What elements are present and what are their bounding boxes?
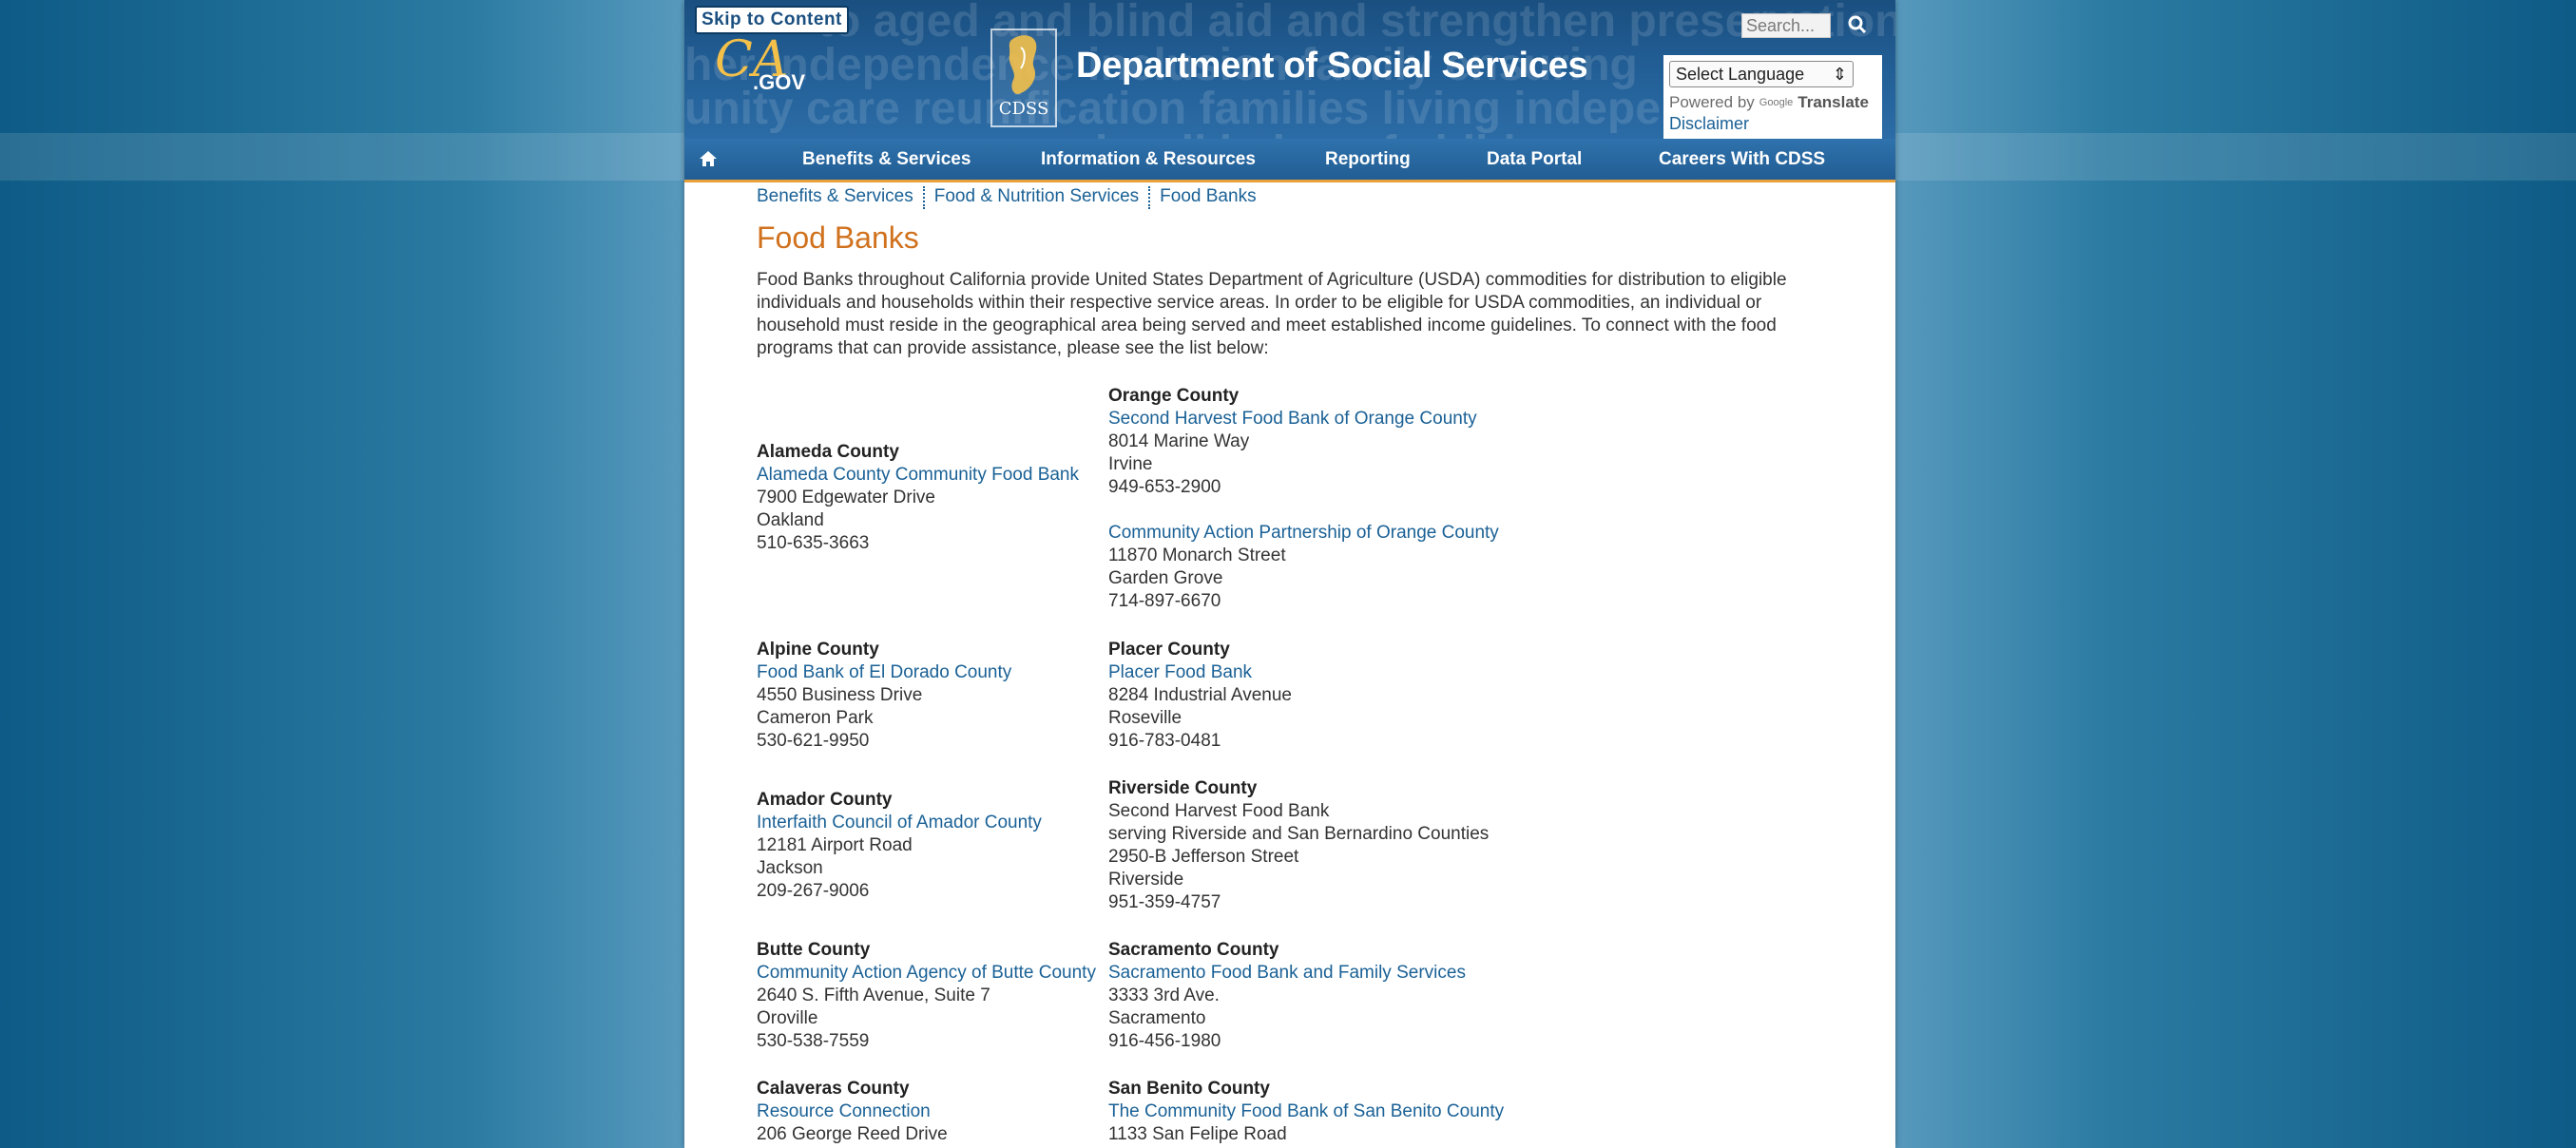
address-line: 2950-B Jefferson Street bbox=[1108, 847, 1299, 867]
breadcrumb: Benefits & Services Food & Nutrition Ser… bbox=[757, 186, 1850, 209]
city-line: Roseville bbox=[1108, 708, 1182, 728]
food-bank-link[interactable]: Community Action Agency of Butte County bbox=[757, 962, 1096, 985]
county-name: Butte County bbox=[757, 940, 871, 960]
city-line: Oakland bbox=[757, 510, 824, 530]
food-bank-link[interactable]: Food Bank of El Dorado County bbox=[757, 661, 1011, 684]
cdss-logo-text: CDSS bbox=[999, 99, 1049, 119]
food-bank-entry: Sacramento County Sacramento Food Bank a… bbox=[1108, 939, 1466, 1053]
nav-data-portal[interactable]: Data Portal bbox=[1487, 139, 1582, 180]
food-bank-entry: Alpine County Food Bank of El Dorado Cou… bbox=[757, 639, 1011, 753]
page-title: Food Banks bbox=[757, 220, 919, 255]
language-select[interactable]: Select Language ⇕ bbox=[1669, 61, 1854, 87]
phone-line: 209-267-9006 bbox=[757, 881, 870, 901]
powered-by-google: Powered by Google Translate bbox=[1669, 93, 1876, 112]
food-bank-entry: Butte County Community Action Agency of … bbox=[757, 939, 1096, 1053]
cdss-logo[interactable]: CDSS bbox=[990, 29, 1057, 127]
food-bank-entry: Orange County Second Harvest Food Bank o… bbox=[1108, 385, 1477, 499]
disclaimer-link[interactable]: Disclaimer bbox=[1669, 114, 1876, 134]
county-name: Orange County bbox=[1108, 386, 1240, 406]
search-input[interactable]: Search... bbox=[1741, 13, 1831, 38]
county-name: San Benito County bbox=[1108, 1079, 1270, 1099]
city-line: Sacramento bbox=[1108, 1008, 1206, 1028]
home-icon[interactable] bbox=[698, 148, 719, 169]
skip-to-content-link[interactable]: Skip to Content bbox=[695, 6, 849, 34]
address-line: 8284 Industrial Avenue bbox=[1108, 685, 1292, 705]
site-header: to aged and blind aid and strengthen pre… bbox=[684, 0, 1895, 139]
food-bank-entry: Alameda County Alameda County Community … bbox=[757, 441, 1079, 555]
breadcrumb-separator bbox=[922, 186, 925, 209]
phone-line: 916-783-0481 bbox=[1108, 731, 1221, 751]
address-line: 206 George Reed Drive bbox=[757, 1124, 948, 1144]
food-bank-entry: Riverside County Second Harvest Food Ban… bbox=[1108, 777, 1489, 914]
phone-line: 714-897-6670 bbox=[1108, 591, 1221, 611]
address-line: 4550 Business Drive bbox=[757, 685, 923, 705]
translate-link[interactable]: Translate bbox=[1797, 93, 1869, 112]
food-bank-link[interactable]: Sacramento Food Bank and Family Services bbox=[1108, 962, 1466, 985]
address-line: 12181 Airport Road bbox=[757, 835, 913, 855]
county-name: Riverside County bbox=[1108, 778, 1258, 798]
phone-line: 951-359-4757 bbox=[1108, 892, 1221, 912]
food-bank-link[interactable]: Second Harvest Food Bank of Orange Count… bbox=[1108, 408, 1477, 430]
address-line: 2640 S. Fifth Avenue, Suite 7 bbox=[757, 985, 990, 1005]
google-translate-widget: Select Language ⇕ Powered by Google Tran… bbox=[1663, 55, 1882, 139]
breadcrumb-separator bbox=[1148, 186, 1151, 209]
search-icon[interactable] bbox=[1846, 13, 1869, 36]
main-navigation: Benefits & Services Information & Resour… bbox=[684, 139, 1895, 182]
city-line: Garden Grove bbox=[1108, 568, 1223, 588]
department-title: Department of Social Services bbox=[1076, 46, 1588, 86]
main-content: Benefits & Services Food & Nutrition Ser… bbox=[757, 186, 1850, 360]
phone-line: 530-538-7559 bbox=[757, 1031, 870, 1051]
food-bank-entry: Amador County Interfaith Council of Amad… bbox=[757, 789, 1042, 903]
address-line: 1133 San Felipe Road bbox=[1108, 1124, 1287, 1144]
county-name: Alpine County bbox=[757, 640, 879, 660]
watermark-line: to aged and blind aid and strengthen pre… bbox=[817, 0, 1895, 47]
cdss-emblem-icon: CDSS bbox=[999, 35, 1049, 119]
city-line: Irvine bbox=[1108, 454, 1153, 474]
address-line: 7900 Edgewater Drive bbox=[757, 488, 935, 507]
breadcrumb-food-banks[interactable]: Food Banks bbox=[1160, 186, 1256, 209]
nav-reporting[interactable]: Reporting bbox=[1325, 139, 1411, 180]
food-bank-link[interactable]: Placer Food Bank bbox=[1108, 661, 1292, 684]
food-bank-link[interactable]: Interfaith Council of Amador County bbox=[757, 812, 1042, 834]
county-name: Placer County bbox=[1108, 640, 1230, 660]
page-container: to aged and blind aid and strengthen pre… bbox=[684, 0, 1895, 1148]
ca-gov-logo[interactable]: CA .GOV bbox=[713, 34, 808, 93]
language-select-value: Select Language bbox=[1676, 64, 1805, 84]
food-bank-entry: Placer County Placer Food Bank 8284 Indu… bbox=[1108, 639, 1292, 753]
phone-line: 949-653-2900 bbox=[1108, 477, 1221, 497]
food-bank-link[interactable]: The Community Food Bank of San Benito Co… bbox=[1108, 1100, 1504, 1123]
city-line: Jackson bbox=[757, 858, 823, 878]
phone-line: 916-456-1980 bbox=[1108, 1031, 1221, 1051]
breadcrumb-food-nutrition[interactable]: Food & Nutrition Services bbox=[934, 186, 1139, 209]
gov-logo-letters: .GOV bbox=[753, 70, 805, 93]
service-area-line: serving Riverside and San Bernardino Cou… bbox=[1108, 824, 1490, 844]
city-line: Oroville bbox=[757, 1008, 818, 1028]
address-line: 8014 Marine Way bbox=[1108, 431, 1250, 451]
nav-careers[interactable]: Careers With CDSS bbox=[1659, 139, 1825, 180]
food-bank-entry: Community Action Partnership of Orange C… bbox=[1108, 522, 1499, 613]
address-line: 11870 Monarch Street bbox=[1108, 545, 1286, 565]
food-bank-link[interactable]: Resource Connection bbox=[757, 1100, 948, 1123]
food-bank-entry: Calaveras County Resource Connection 206… bbox=[757, 1078, 948, 1146]
county-name: Amador County bbox=[757, 790, 893, 810]
phone-line: 510-635-3663 bbox=[757, 533, 870, 553]
breadcrumb-benefits[interactable]: Benefits & Services bbox=[757, 186, 913, 209]
address-line: 3333 3rd Ave. bbox=[1108, 985, 1220, 1005]
google-logo-text: Google bbox=[1759, 97, 1794, 108]
food-bank-entry: San Benito County The Community Food Ban… bbox=[1108, 1078, 1504, 1146]
city-line: Riverside bbox=[1108, 870, 1184, 890]
county-name: Sacramento County bbox=[1108, 940, 1279, 960]
organization-line: Second Harvest Food Bank bbox=[1108, 801, 1330, 821]
city-line: Cameron Park bbox=[757, 708, 874, 728]
county-name: Alameda County bbox=[757, 442, 899, 462]
nav-benefits-services[interactable]: Benefits & Services bbox=[802, 139, 971, 180]
food-bank-link[interactable]: Community Action Partnership of Orange C… bbox=[1108, 522, 1499, 545]
food-bank-link[interactable]: Alameda County Community Food Bank bbox=[757, 464, 1079, 487]
intro-paragraph: Food Banks throughout California provide… bbox=[757, 270, 1787, 358]
county-name: Calaveras County bbox=[757, 1079, 910, 1099]
select-arrows-icon: ⇕ bbox=[1832, 64, 1847, 84]
nav-information-resources[interactable]: Information & Resources bbox=[1041, 139, 1256, 180]
phone-line: 530-621-9950 bbox=[757, 731, 870, 751]
powered-by-label: Powered by bbox=[1669, 93, 1755, 111]
